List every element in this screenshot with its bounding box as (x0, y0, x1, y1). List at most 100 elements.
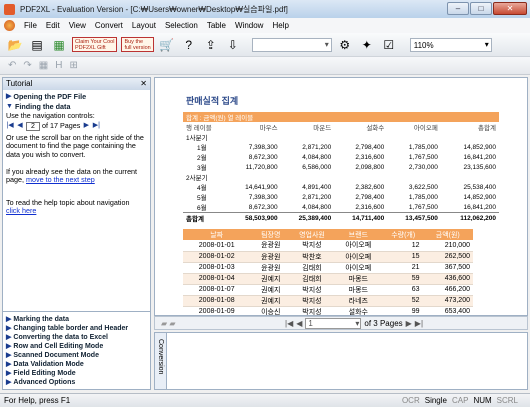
section-validation[interactable]: ▶ Data Validation Mode (6, 360, 147, 369)
app-icon (4, 3, 15, 15)
table-cell: 2008-01-09 (183, 306, 251, 315)
menu-convert[interactable]: Convert (95, 21, 123, 30)
table-cell: 2,316,600 (355, 153, 385, 161)
section-advanced[interactable]: ▶ Advanced Options (6, 378, 147, 387)
table-cell: 2,382,600 (355, 183, 385, 191)
menu-edit[interactable]: Edit (46, 21, 60, 30)
status-indicators: OCR Single CAP NUM SCRL (402, 396, 518, 405)
table-cell (334, 172, 387, 182)
triangle-right-icon: ▶ (6, 325, 12, 332)
settings-icon[interactable]: ⚙ (336, 36, 354, 54)
section-finding[interactable]: ▼ Finding the data (6, 102, 147, 112)
cart-icon[interactable]: 🛒 (158, 36, 176, 54)
section-border[interactable]: ▶ Changing table border and Header (6, 324, 147, 333)
menu-table[interactable]: Table (207, 21, 226, 30)
header-icon[interactable]: H (55, 60, 62, 71)
gift-ad-button[interactable]: Claim Your Cool PDF2XL Gift (72, 37, 118, 52)
document-view[interactable]: 판매실적 집계 합계 : 금액(원) 열 레이블 행 레이블 마우스 마운드 설… (154, 77, 528, 316)
document-title: 판매실적 집계 (186, 96, 239, 106)
buy-ad-button[interactable]: Buy the full version (121, 37, 154, 52)
menu-file[interactable]: File (24, 21, 37, 30)
table-cell: 14,852,900 (463, 143, 496, 151)
table-cell: 52 (383, 295, 423, 307)
close-button[interactable]: ✕ (493, 2, 527, 15)
section-field[interactable]: ▶ Field Editing Mode (6, 369, 147, 378)
pivot-row: 1월 7,398,300 2,871,200 2,798,400 1,785,000 14… (183, 142, 499, 153)
table-cell: 13,457,500 (387, 212, 441, 223)
excel-export-icon[interactable]: ▦ (50, 36, 68, 54)
table-cell: 11,720,800 (245, 163, 278, 171)
section-marking[interactable]: ▶ Marking the data (6, 315, 147, 324)
zoom-select[interactable]: 110% ▾ (409, 37, 492, 52)
next-page-icon[interactable]: ▶ (82, 122, 90, 130)
table-cell: 설화수 (366, 125, 385, 132)
menu-window[interactable]: Window (235, 21, 263, 30)
undo-icon[interactable]: ↶ (8, 60, 16, 71)
open-folder-icon[interactable]: 📂 (6, 36, 24, 54)
ocr-indicator: OCR (401, 396, 420, 405)
table-cell: 16,841,200 (463, 153, 496, 161)
first-page-icon[interactable]: |◀ (285, 319, 293, 328)
menu-view[interactable]: View (69, 21, 86, 30)
table-cell: 8,672,300 (248, 153, 278, 161)
page-select[interactable]: 1 ▾ (305, 317, 362, 329)
table-cell: 4,084,800 (302, 203, 332, 211)
page-input[interactable]: 2 (26, 121, 40, 131)
sales-table[interactable]: 날짜 팀장명 영업사원 브랜드 수량(개) 금액(원) 2008-01-01 윤광… (183, 229, 473, 315)
column-header: 금액(원) (422, 229, 473, 240)
section-excel[interactable]: ▶ Converting the data to Excel (6, 333, 147, 342)
last-page-icon[interactable]: ▶| (92, 122, 100, 130)
table-cell: 윤광원 (250, 240, 292, 252)
table-cell: 1사분기 (186, 135, 208, 142)
page-navigation-bar: ▰ ▰ |◀ ◀ 1 ▾ of 3 Pages ▶ ▶| (154, 316, 528, 330)
layout-icons: ▰ ▰ (161, 318, 176, 328)
table-cell: 총합계 (183, 212, 228, 223)
help-link[interactable]: click here (6, 207, 147, 216)
import-icon[interactable]: ⇩ (224, 36, 242, 54)
first-page-icon[interactable]: |◀ (6, 122, 14, 130)
last-page-icon[interactable]: ▶| (415, 319, 423, 328)
new-file-icon[interactable]: ▤ (28, 36, 46, 54)
help-icon[interactable]: ? (180, 36, 198, 54)
prev-page-icon[interactable]: ◀ (16, 122, 24, 130)
table-cell: 2월 (197, 155, 207, 162)
secondary-toolbar: ↶ ↷ ▦ H ⊞ (0, 57, 530, 75)
conversion-tab[interactable]: Conversion (155, 333, 167, 389)
table-cell: 6,586,000 (302, 163, 332, 171)
section-scanned[interactable]: ▶ Scanned Document Mode (6, 351, 147, 360)
table-cell: 466,200 (422, 284, 473, 296)
next-page-icon[interactable]: ▶ (406, 319, 412, 328)
prev-page-icon[interactable]: ◀ (296, 319, 302, 328)
pivot-row: 3월 11,720,800 6,586,000 2,098,800 2,730,000 2… (183, 162, 499, 173)
tutorial-panel: Tutorial ✕ ▶ Opening the PDF File ▼ Find… (2, 77, 151, 390)
next-step-link[interactable]: move to the next step (26, 175, 95, 184)
check-icon[interactable]: ☑ (380, 36, 398, 54)
tools-icon[interactable]: ✦ (358, 36, 376, 54)
grid-icon[interactable]: ⊞ (69, 60, 77, 71)
tutorial-title: Tutorial (6, 79, 33, 88)
window-controls: – □ ✕ (447, 2, 527, 15)
table-cell: 2,316,600 (355, 203, 385, 211)
pivot-table[interactable]: 합계 : 금액(원) 열 레이블 행 레이블 마우스 마운드 설화수 아이오페 … (183, 112, 499, 223)
menu-layout[interactable]: Layout (132, 21, 156, 30)
triangle-right-icon: ▶ (6, 379, 12, 386)
table-cell: 2008-01-01 (183, 240, 251, 252)
close-icon[interactable]: ✕ (140, 78, 147, 90)
menu-selection[interactable]: Selection (165, 21, 198, 30)
table-cell: 아이오페 (332, 240, 384, 252)
section-opening[interactable]: ▶ Opening the PDF File (6, 92, 147, 102)
status-text: For Help, press F1 (4, 396, 71, 405)
pivot-header-row: 합계 : 금액(원) 열 레이블 (183, 112, 499, 122)
already-hint: If you already see the data on the curre… (6, 166, 138, 185)
export-icon[interactable]: ⇪ (202, 36, 220, 54)
menu-help[interactable]: Help (272, 21, 288, 30)
redo-icon[interactable]: ↷ (23, 60, 31, 71)
maximize-button[interactable]: □ (470, 2, 492, 15)
minimize-button[interactable]: – (447, 2, 469, 15)
table-icon[interactable]: ▦ (39, 60, 48, 71)
table-cell: 1,767,500 (408, 203, 438, 211)
table-cell: 12 (383, 240, 423, 252)
app-menu-icon[interactable] (4, 20, 15, 31)
section-row-cell[interactable]: ▶ Row and Cell Editing Mode (6, 342, 147, 351)
selection-combo[interactable] (251, 37, 332, 52)
